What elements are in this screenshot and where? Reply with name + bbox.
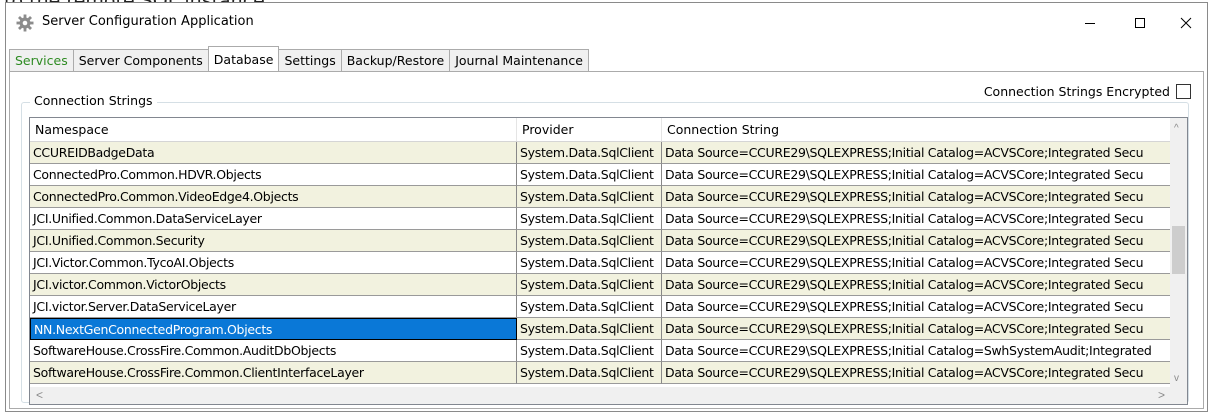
- scroll-left-icon[interactable]: <: [36, 389, 43, 401]
- column-header-namespace[interactable]: Namespace: [30, 118, 517, 141]
- app-window: Server Configuration Application Service…: [5, 2, 1208, 412]
- minimize-button[interactable]: [1067, 3, 1113, 43]
- table-row[interactable]: CCUREIDBadgeData System.Data.SqlClient Dat…: [30, 142, 1171, 164]
- connection-strings-grid: Namespace Provider Connection String CCU…: [29, 117, 1188, 405]
- title-bar[interactable]: Server Configuration Application: [6, 3, 1207, 43]
- tab-services[interactable]: Services: [9, 49, 74, 71]
- namespace-cell[interactable]: ConnectedPro.Common.HDVR.Objects: [30, 164, 517, 186]
- close-icon: [1180, 17, 1192, 29]
- vertical-scroll-thumb[interactable]: [1172, 226, 1185, 274]
- horizontal-scrollbar[interactable]: < >: [30, 387, 1171, 404]
- connection-string-cell[interactable]: Data Source=CCURE29\SQLEXPRESS;Initial C…: [662, 164, 1171, 186]
- provider-cell[interactable]: System.Data.SqlClient: [517, 208, 662, 230]
- provider-cell[interactable]: System.Data.SqlClient: [517, 296, 662, 318]
- table-row[interactable]: JCI.victor.Common.VictorObjects System.Da…: [30, 274, 1171, 296]
- provider-cell[interactable]: System.Data.SqlClient: [517, 274, 662, 296]
- namespace-cell[interactable]: CCUREIDBadgeData: [30, 142, 517, 164]
- table-row[interactable]: NN.NextGenConnectedProgram.Objects System…: [30, 318, 1171, 340]
- encrypt-checkbox[interactable]: [1176, 84, 1191, 99]
- connection-string-cell[interactable]: Data Source=CCURE29\SQLEXPRESS;Initial C…: [662, 252, 1171, 274]
- connection-string-cell[interactable]: Data Source=CCURE29\SQLEXPRESS;Initial C…: [662, 186, 1171, 208]
- grid-header: Namespace Provider Connection String: [30, 118, 1171, 142]
- connection-string-cell[interactable]: Data Source=CCURE29\SQLEXPRESS;Initial C…: [662, 362, 1171, 384]
- group-label: Connection Strings: [30, 93, 157, 108]
- grid-rows: CCUREIDBadgeData System.Data.SqlClient Dat…: [30, 142, 1171, 384]
- tab-journal-maintenance[interactable]: Journal Maintenance: [449, 49, 589, 71]
- namespace-cell[interactable]: JCI.victor.Common.VictorObjects: [30, 274, 517, 296]
- connection-string-cell[interactable]: Data Source=CCURE29\SQLEXPRESS;Initial C…: [662, 230, 1171, 252]
- scroll-down-icon[interactable]: v: [1174, 374, 1179, 384]
- tab-server-components[interactable]: Server Components: [72, 49, 209, 71]
- connection-string-cell[interactable]: Data Source=CCURE29\SQLEXPRESS;Initial C…: [662, 142, 1171, 164]
- database-tab-panel: Connection Strings Encrypted Connection …: [9, 71, 1204, 409]
- gear-icon: [16, 14, 34, 32]
- provider-cell[interactable]: System.Data.SqlClient: [517, 142, 662, 164]
- vertical-scrollbar[interactable]: ^ v: [1170, 118, 1187, 388]
- connection-string-cell[interactable]: Data Source=CCURE29\SQLEXPRESS;Initial C…: [662, 208, 1171, 230]
- namespace-cell[interactable]: SoftwareHouse.CrossFire.Common.AuditDbOb…: [30, 340, 517, 362]
- connection-string-cell[interactable]: Data Source=CCURE29\SQLEXPRESS;Initial C…: [662, 296, 1171, 318]
- maximize-button[interactable]: [1117, 3, 1163, 43]
- provider-cell[interactable]: System.Data.SqlClient: [517, 318, 662, 340]
- minimize-icon: [1085, 23, 1095, 24]
- provider-cell[interactable]: System.Data.SqlClient: [517, 230, 662, 252]
- tab-strip: Services Server Components Database Sett…: [9, 46, 589, 71]
- table-row[interactable]: JCI.Victor.Common.TycoAI.Objects System.D…: [30, 252, 1171, 274]
- table-row[interactable]: JCI.Unified.Common.Security System.Data.S…: [30, 230, 1171, 252]
- provider-cell[interactable]: System.Data.SqlClient: [517, 252, 662, 274]
- encrypt-option[interactable]: Connection Strings Encrypted: [984, 84, 1191, 99]
- table-row[interactable]: JCI.Unified.Common.DataServiceLayer Syste…: [30, 208, 1171, 230]
- tab-backup-restore[interactable]: Backup/Restore: [340, 49, 451, 71]
- maximize-icon: [1135, 18, 1145, 28]
- connection-string-cell[interactable]: Data Source=CCURE29\SQLEXPRESS;Initial C…: [662, 318, 1171, 340]
- tab-database[interactable]: Database: [207, 46, 280, 71]
- scroll-right-icon[interactable]: >: [1158, 389, 1165, 401]
- namespace-cell[interactable]: JCI.Victor.Common.TycoAI.Objects: [30, 252, 517, 274]
- namespace-cell[interactable]: NN.NextGenConnectedProgram.Objects: [30, 318, 517, 340]
- provider-cell[interactable]: System.Data.SqlClient: [517, 362, 662, 384]
- provider-cell[interactable]: System.Data.SqlClient: [517, 340, 662, 362]
- table-row[interactable]: JCI.victor.Server.DataServiceLayer System…: [30, 296, 1171, 318]
- namespace-cell[interactable]: SoftwareHouse.CrossFire.Common.ClientInt…: [30, 362, 517, 384]
- table-row[interactable]: SoftwareHouse.CrossFire.Common.ClientInt…: [30, 362, 1171, 384]
- namespace-cell[interactable]: JCI.Unified.Common.Security: [30, 230, 517, 252]
- namespace-cell[interactable]: JCI.Unified.Common.DataServiceLayer: [30, 208, 517, 230]
- close-button[interactable]: [1163, 3, 1209, 43]
- scroll-up-icon[interactable]: ^: [1174, 124, 1179, 134]
- column-header-connection-string[interactable]: Connection String: [662, 118, 1171, 141]
- window-title: Server Configuration Application: [42, 14, 254, 29]
- namespace-cell[interactable]: ConnectedPro.Common.VideoEdge4.Objects: [30, 186, 517, 208]
- connection-string-cell[interactable]: Data Source=CCURE29\SQLEXPRESS;Initial C…: [662, 340, 1171, 362]
- tab-settings[interactable]: Settings: [278, 49, 342, 71]
- namespace-cell[interactable]: JCI.victor.Server.DataServiceLayer: [30, 296, 517, 318]
- table-row[interactable]: SoftwareHouse.CrossFire.Common.AuditDbOb…: [30, 340, 1171, 362]
- table-row[interactable]: ConnectedPro.Common.HDVR.Objects System.D…: [30, 164, 1171, 186]
- scrollbar-corner: [1170, 387, 1187, 404]
- provider-cell[interactable]: System.Data.SqlClient: [517, 186, 662, 208]
- column-header-provider[interactable]: Provider: [517, 118, 662, 141]
- connection-string-cell[interactable]: Data Source=CCURE29\SQLEXPRESS;Initial C…: [662, 274, 1171, 296]
- encrypt-label: Connection Strings Encrypted: [983, 84, 1170, 99]
- provider-cell[interactable]: System.Data.SqlClient: [517, 164, 662, 186]
- table-row[interactable]: ConnectedPro.Common.VideoEdge4.Objects Sy…: [30, 186, 1171, 208]
